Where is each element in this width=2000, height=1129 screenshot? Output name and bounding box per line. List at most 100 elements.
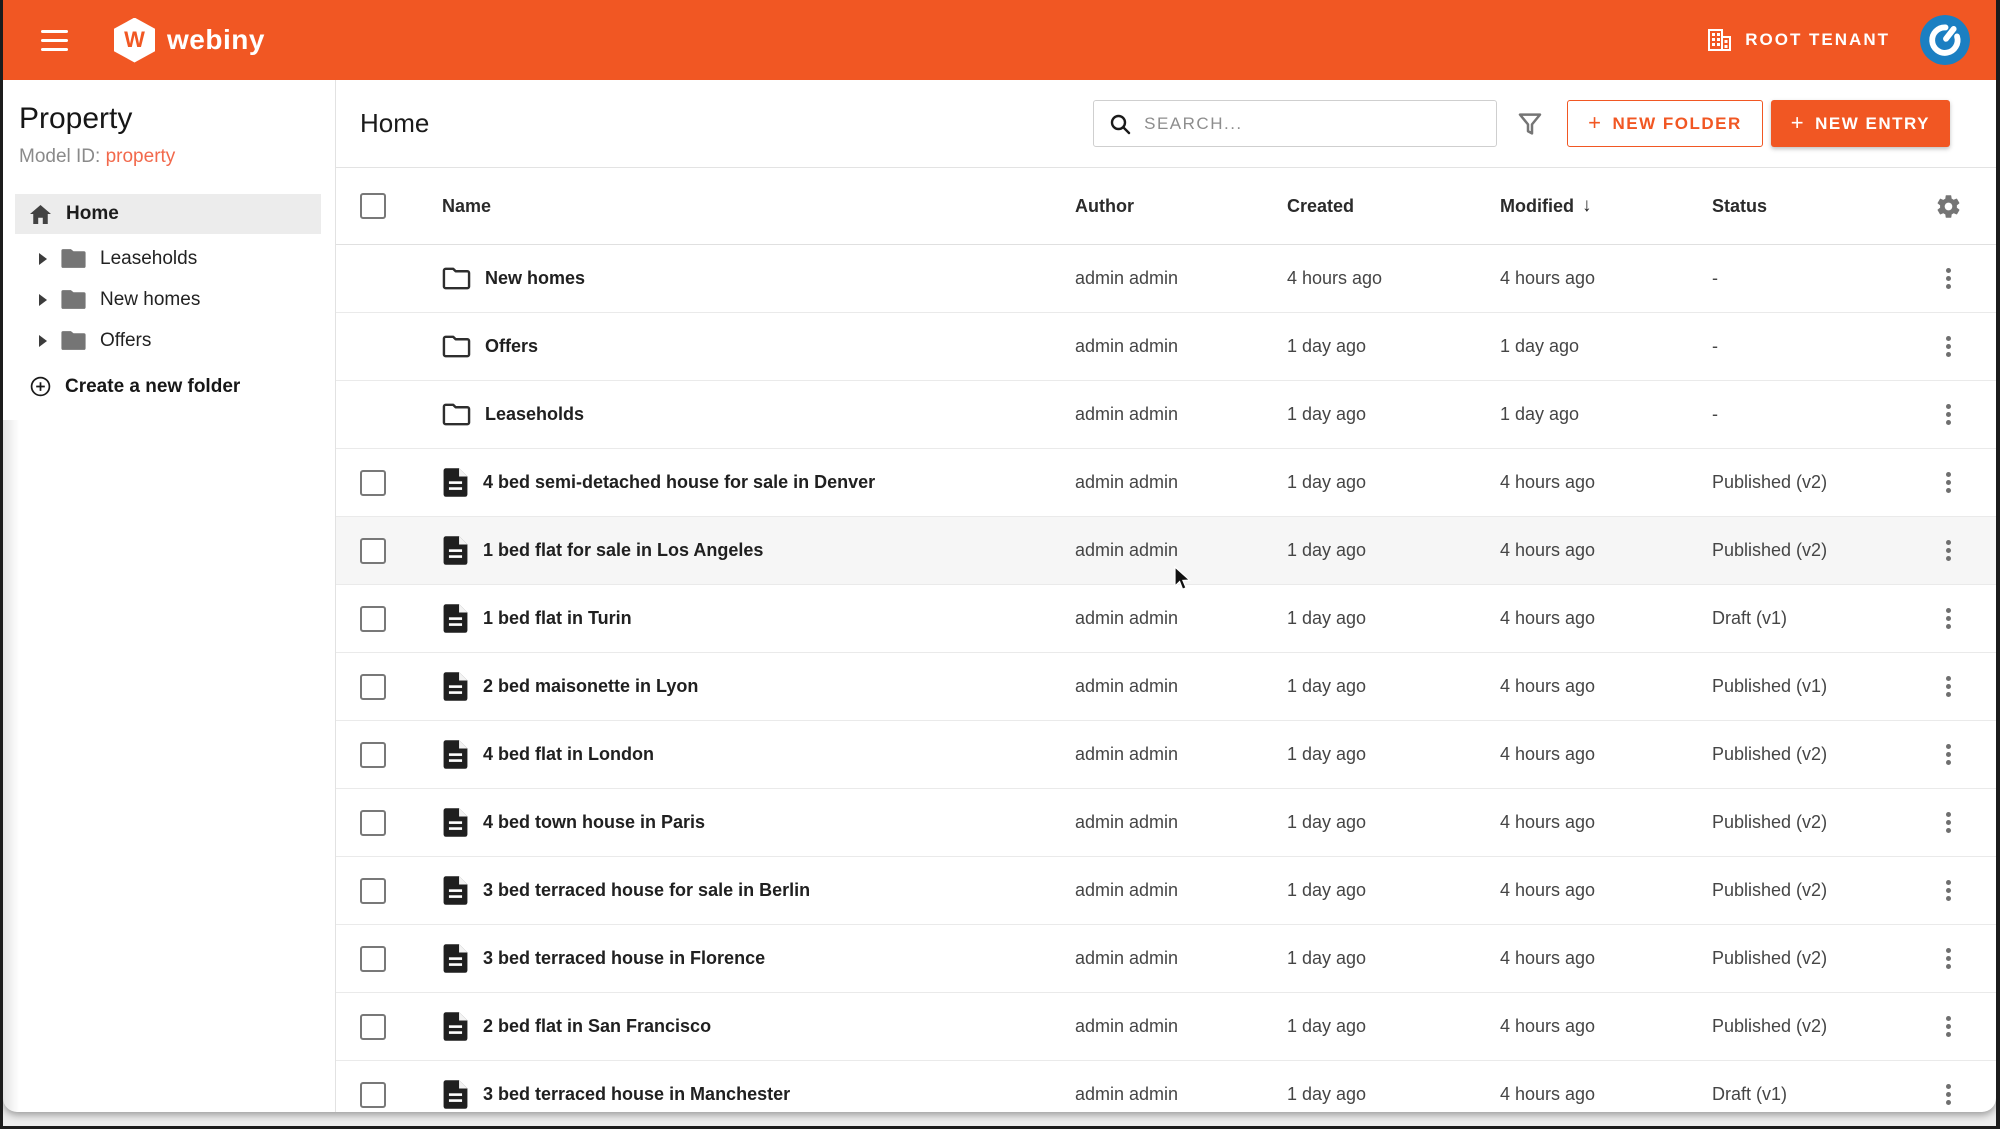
row-name[interactable]: 3 bed terraced house in Florence [483, 948, 765, 969]
row-created: 1 day ago [1251, 948, 1464, 969]
create-folder-label: Create a new folder [65, 376, 240, 398]
row-name[interactable]: 4 bed town house in Paris [483, 812, 705, 833]
sidebar: Property Model ID: property Home [3, 80, 336, 1112]
kebab-menu-icon[interactable] [1936, 262, 1961, 295]
new-entry-label: NEW ENTRY [1815, 114, 1930, 134]
table-row[interactable]: 2 bed flat in San Francisco admin admin … [336, 993, 1996, 1061]
sidebar-folder-offers[interactable]: Offers [15, 320, 335, 361]
row-checkbox[interactable] [360, 946, 386, 972]
chevron-right-icon[interactable] [39, 253, 47, 265]
hamburger-menu-icon[interactable] [41, 30, 68, 51]
kebab-menu-icon[interactable] [1936, 330, 1961, 363]
row-name[interactable]: 4 bed flat in London [483, 744, 654, 765]
main-panel: Home [336, 80, 1996, 1112]
kebab-menu-icon[interactable] [1936, 942, 1961, 975]
table-row[interactable]: Leaseholds admin admin 1 day ago 1 day a… [336, 381, 1996, 449]
kebab-menu-icon[interactable] [1936, 534, 1961, 567]
new-entry-button[interactable]: + NEW ENTRY [1771, 100, 1950, 147]
filter-icon[interactable] [1515, 109, 1545, 139]
row-author: admin admin [1039, 336, 1251, 357]
row-checkbox[interactable] [360, 674, 386, 700]
row-author: admin admin [1039, 812, 1251, 833]
kebab-menu-icon[interactable] [1936, 874, 1961, 907]
row-modified: 1 day ago [1464, 404, 1676, 425]
kebab-menu-icon[interactable] [1936, 670, 1961, 703]
table-row[interactable]: 2 bed maisonette in Lyon admin admin 1 d… [336, 653, 1996, 721]
table-row[interactable]: Offers admin admin 1 day ago 1 day ago - [336, 313, 1996, 381]
row-name[interactable]: Leaseholds [485, 404, 584, 425]
modified-label: Modified [1500, 196, 1574, 217]
search-box[interactable] [1093, 100, 1497, 147]
row-modified: 4 hours ago [1464, 1016, 1676, 1037]
row-checkbox[interactable] [360, 538, 386, 564]
table-row[interactable]: New homes admin admin 4 hours ago 4 hour… [336, 245, 1996, 313]
kebab-menu-icon[interactable] [1936, 1078, 1961, 1111]
kebab-menu-icon[interactable] [1936, 1010, 1961, 1043]
row-modified: 4 hours ago [1464, 948, 1676, 969]
kebab-menu-icon[interactable] [1936, 466, 1961, 499]
select-all-checkbox[interactable] [360, 193, 386, 219]
row-modified: 4 hours ago [1464, 608, 1676, 629]
sort-descending-icon[interactable]: ↓ [1582, 195, 1592, 217]
row-modified: 1 day ago [1464, 336, 1676, 357]
row-author: admin admin [1039, 404, 1251, 425]
row-name[interactable]: 2 bed flat in San Francisco [483, 1016, 711, 1037]
column-header-author[interactable]: Author [1039, 196, 1251, 217]
row-checkbox[interactable] [360, 1082, 386, 1108]
row-created: 1 day ago [1251, 608, 1464, 629]
sidebar-folder-new-homes[interactable]: New homes [15, 279, 335, 320]
search-input[interactable] [1144, 114, 1482, 134]
webiny-hexagon-icon: W [114, 18, 155, 63]
row-checkbox[interactable] [360, 606, 386, 632]
row-name[interactable]: 3 bed terraced house in Manchester [483, 1084, 790, 1105]
row-name[interactable]: 2 bed maisonette in Lyon [483, 676, 698, 697]
column-header-name[interactable]: Name [416, 196, 1039, 217]
row-name[interactable]: New homes [485, 268, 585, 289]
tenant-selector[interactable]: ROOT TENANT [1706, 28, 1890, 52]
row-name[interactable]: 1 bed flat in Turin [483, 608, 632, 629]
row-status-badge: - [1676, 268, 1924, 289]
folder-icon [61, 248, 86, 269]
row-checkbox[interactable] [360, 810, 386, 836]
document-icon [442, 467, 469, 498]
chevron-right-icon[interactable] [39, 294, 47, 306]
table-body: New homes admin admin 4 hours ago 4 hour… [336, 245, 1996, 1112]
chevron-right-icon[interactable] [39, 335, 47, 347]
webiny-logo[interactable]: W webiny [114, 18, 265, 63]
kebab-menu-icon[interactable] [1936, 738, 1961, 771]
sidebar-item-home[interactable]: Home [15, 194, 321, 234]
table-settings-gear-icon[interactable] [1924, 193, 1972, 220]
sidebar-folder-leaseholds[interactable]: Leaseholds [15, 238, 335, 279]
row-author: admin admin [1039, 1084, 1251, 1105]
kebab-menu-icon[interactable] [1936, 806, 1961, 839]
row-checkbox[interactable] [360, 470, 386, 496]
table-row[interactable]: 4 bed semi-detached house for sale in De… [336, 449, 1996, 517]
column-header-modified[interactable]: Modified ↓ [1464, 195, 1676, 217]
table-row[interactable]: 1 bed flat in Turin admin admin 1 day ag… [336, 585, 1996, 653]
user-avatar[interactable] [1920, 15, 1970, 65]
table-row[interactable]: 4 bed town house in Paris admin admin 1 … [336, 789, 1996, 857]
table-row[interactable]: 3 bed terraced house for sale in Berlin … [336, 857, 1996, 925]
row-name[interactable]: 1 bed flat for sale in Los Angeles [483, 540, 763, 561]
row-name[interactable]: 4 bed semi-detached house for sale in De… [483, 472, 875, 493]
row-checkbox[interactable] [360, 742, 386, 768]
table-row[interactable]: 3 bed terraced house in Manchester admin… [336, 1061, 1996, 1112]
row-name[interactable]: 3 bed terraced house for sale in Berlin [483, 880, 810, 901]
new-folder-button[interactable]: + NEW FOLDER [1567, 100, 1763, 147]
folder-icon [61, 289, 86, 310]
row-status-badge: Published (v2) [1676, 1016, 1924, 1037]
app-card: W webiny [3, 0, 1996, 1112]
table-row[interactable]: 4 bed flat in London admin admin 1 day a… [336, 721, 1996, 789]
row-author: admin admin [1039, 676, 1251, 697]
table-row[interactable]: 3 bed terraced house in Florence admin a… [336, 925, 1996, 993]
column-header-created[interactable]: Created [1251, 196, 1464, 217]
row-status-badge: Published (v2) [1676, 948, 1924, 969]
row-checkbox[interactable] [360, 878, 386, 904]
create-folder-button[interactable]: Create a new folder [15, 375, 335, 398]
table-row[interactable]: 1 bed flat for sale in Los Angeles admin… [336, 517, 1996, 585]
column-header-status[interactable]: Status [1676, 196, 1924, 217]
kebab-menu-icon[interactable] [1936, 398, 1961, 431]
row-checkbox[interactable] [360, 1014, 386, 1040]
row-name[interactable]: Offers [485, 336, 538, 357]
kebab-menu-icon[interactable] [1936, 602, 1961, 635]
